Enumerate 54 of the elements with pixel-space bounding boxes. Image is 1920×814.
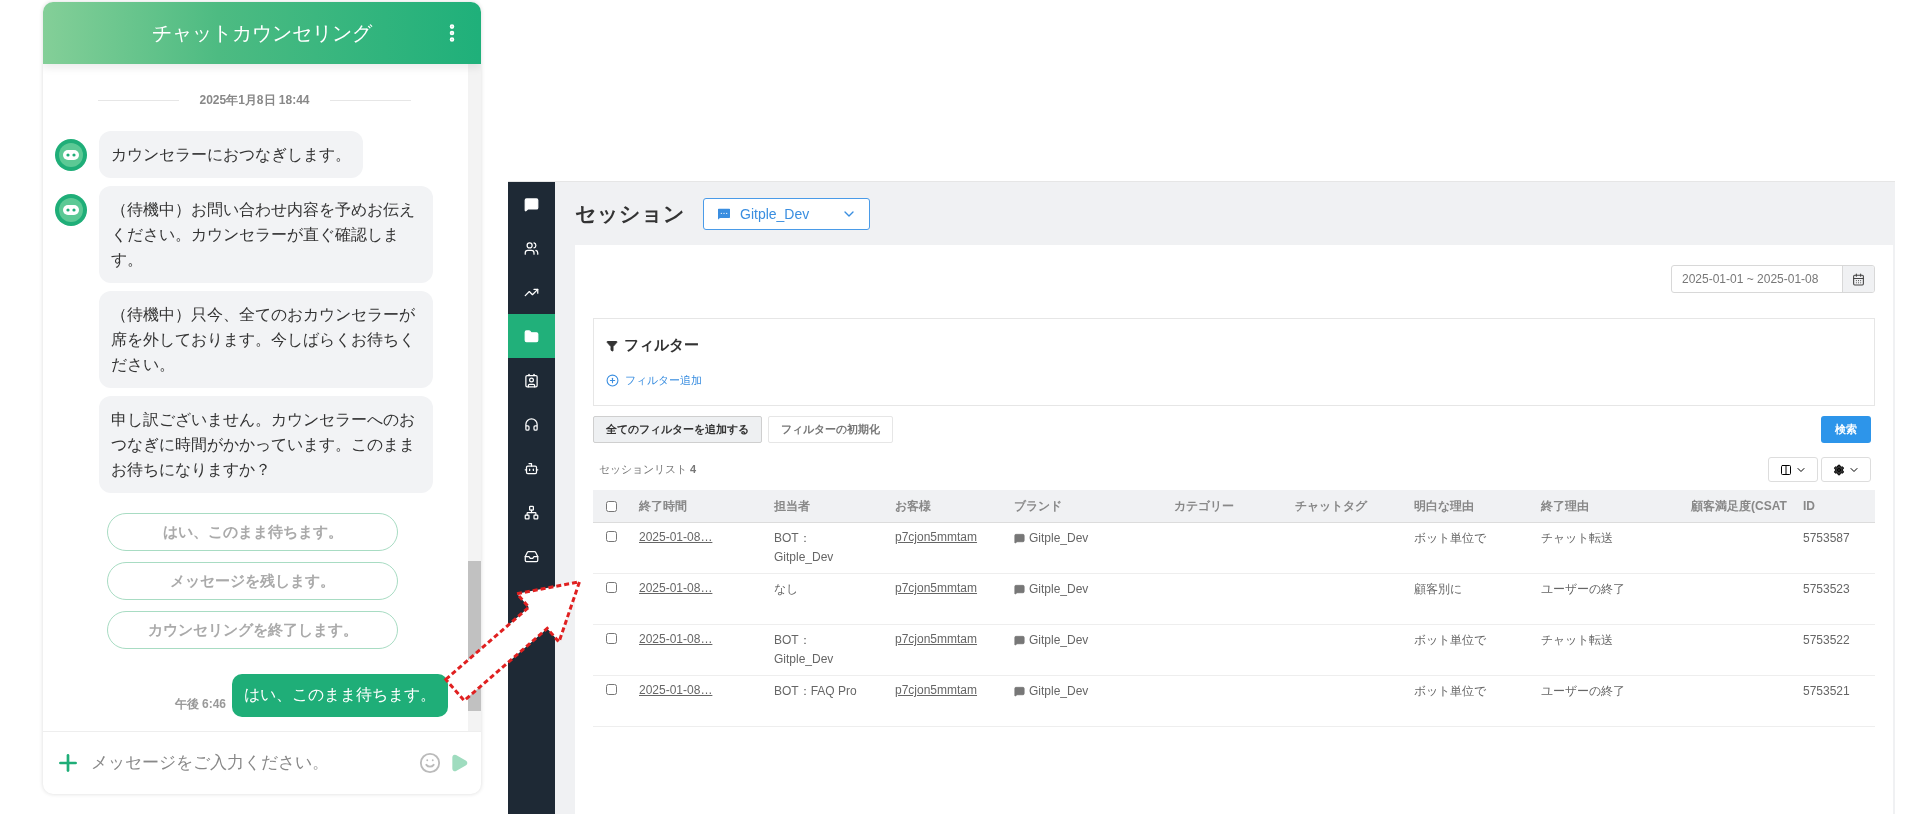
table-cell-text: BOT： Gitple_Dev [773,530,835,566]
table-cell-text: 5753521 [1802,683,1851,700]
add-all-filters-button[interactable]: 全てのフィルターを追加する [593,416,762,443]
end-time-link[interactable]: 2025-01-08… [639,683,713,697]
date-separator: 2025年1月8日 18:44 [199,92,310,109]
customer-link[interactable]: p7cjon5mmtam [895,530,978,544]
page-title: セッション [575,200,685,227]
list-label: セッションリスト 4 [599,462,697,477]
table-cell-text: 顧客別に [1413,581,1463,598]
table-cell-text: なし [773,581,799,598]
column-header: 明白な理由 [1413,498,1475,514]
table-cell-text: 5753523 [1802,581,1851,598]
column-header: 顧客満足度(CSAT [1690,498,1788,514]
customer-link[interactable]: p7cjon5mmtam [895,581,978,595]
customer-link[interactable]: p7cjon5mmtam [895,632,978,646]
search-button[interactable]: 検索 [1821,416,1871,443]
table-cell-text: Gitple_Dev [1029,581,1089,598]
table-cell-text: ユーザーの終了 [1540,581,1626,598]
end-time-link[interactable]: 2025-01-08… [639,632,713,646]
column-header: カテゴリー [1173,498,1235,514]
table-cell-text: 5753522 [1802,632,1851,649]
table-cell-text: Gitple_Dev [1029,530,1089,547]
column-header: ブランド [1013,498,1063,514]
end-time-link[interactable]: 2025-01-08… [639,581,713,595]
table-cell-text: ユーザーの終了 [1540,683,1626,700]
table-cell-text: ボット単位で [1413,683,1487,700]
table-cell-text: ボット単位で [1413,632,1487,649]
column-header: 終了理由 [1540,498,1590,514]
add-filter-link[interactable]: フィルター追加 [625,373,702,388]
table-cell-text: Gitple_Dev [1029,683,1089,700]
end-time-link[interactable]: 2025-01-08… [639,530,713,544]
column-header: 担当者 [773,498,811,514]
table-cell-text: チャット転送 [1540,530,1614,547]
customer-link[interactable]: p7cjon5mmtam [895,683,978,697]
column-header: ID [1802,498,1816,514]
bot-message: 申し訳ございません。カウンセラーへのおつなぎに時間がかかっています。このままお待ちになりますか？ [99,396,433,493]
user-message: はい、このまま待ちます。 [232,674,448,717]
bot-message: （待機中）お問い合わせ内容を予めお伝えください。カウンセラーが直ぐ確認します。 [99,186,433,283]
table-cell-text: ボット単位で [1413,530,1487,547]
table-cell-text: BOT： Gitple_Dev [773,632,835,668]
table-cell-text: BOT：FAQ Pro [773,683,858,700]
table-cell-text: チャット転送 [1540,632,1614,649]
filter-title: フィルター [624,336,699,355]
chat-title: チャットカウンセリング [152,20,372,46]
brand-select[interactable]: Gitple_Dev [703,197,870,230]
message-time: 午後 6:46 [174,696,226,713]
table-cell-text: Gitple_Dev [1029,632,1089,649]
reset-filters-button[interactable]: フィルターの初期化 [768,416,893,443]
bot-message: カウンセラーにおつなぎします。 [99,131,363,178]
column-header: お客様 [894,498,932,514]
column-header: 終了時間 [638,498,688,514]
column-header: チャットタグ [1294,498,1369,514]
table-cell-text: 5753587 [1802,530,1851,547]
bot-message: （待機中）只今、全てのおカウンセラーが席を外しております。今しばらくお待ちください。 [99,291,433,388]
